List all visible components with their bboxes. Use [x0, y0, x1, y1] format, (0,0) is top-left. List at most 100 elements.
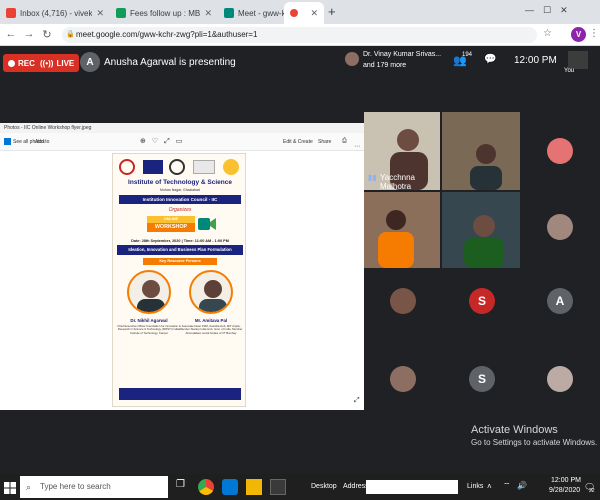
url-field[interactable]: 🔒 meet.google.com/gww-kchr-zwg?pli=1&aut… — [62, 27, 537, 43]
close-icon[interactable]: ✕ — [96, 8, 104, 19]
participant-avatar[interactable] — [547, 138, 573, 164]
expand-icon[interactable]: ⤢ — [354, 397, 360, 405]
meet-logo-icon — [198, 215, 216, 233]
file-explorer-icon[interactable] — [246, 479, 262, 495]
participant-avatar[interactable] — [390, 288, 416, 314]
windows-start-icon[interactable] — [4, 481, 16, 494]
sheets-icon — [116, 8, 126, 18]
tab-active-meet[interactable]: ✕ — [284, 2, 324, 24]
participant-avatar[interactable] — [547, 366, 573, 392]
speaker1-photo — [127, 270, 171, 314]
participant-name: Dr. Vinay Kumar Srivas... — [363, 51, 442, 58]
speaker2-name: Mr. Amitava Pal — [194, 318, 228, 323]
print-icon[interactable]: ⎙ — [342, 138, 347, 145]
maximize-icon[interactable]: ☐ — [543, 5, 560, 15]
search-icon: ⌕ — [26, 482, 32, 492]
tab-strip: Inbox (4,716) - vivekpacheuri@... ✕ Fees… — [0, 0, 600, 24]
record-dot-icon — [8, 59, 15, 67]
meet-top-bar: REC ((•)) LIVE A Anusha Agarwal is prese… — [0, 46, 600, 80]
participant-grid: ▮▮ Yacchnna Malhotra S A S — [364, 112, 600, 412]
date-time-text: Date: 28th September, 2020 | Time: 11:00… — [131, 239, 229, 243]
links-toolbar-label[interactable]: Links — [467, 483, 483, 490]
photos-title-bar: Photos - IIC Online Workshop flyer.jpeg — [0, 123, 364, 133]
close-icon[interactable]: ✕ — [310, 8, 318, 19]
taskbar-address-input[interactable] — [366, 480, 458, 494]
iic-logo-icon — [169, 159, 185, 175]
tray-arrow-icon[interactable]: ˄ — [487, 482, 492, 491]
speaker1-role: Chief Executive Officer Foundation for I… — [117, 324, 181, 335]
meeting-time: 12:00 PM — [514, 55, 557, 66]
participant-avatar-initial[interactable]: A — [547, 288, 573, 314]
share-button[interactable]: Share — [318, 139, 331, 145]
reload-icon[interactable]: ↻ — [40, 28, 54, 41]
key-persons-label: Key Resource Persons — [143, 258, 217, 265]
speaking-indicator-icon: ▮▮ — [368, 173, 377, 182]
new-tab-button[interactable]: + — [328, 4, 336, 19]
logo-row — [119, 159, 241, 175]
participant-avatar[interactable] — [390, 366, 416, 392]
council-banner: Institution Innovation Council - IIC — [119, 195, 241, 204]
its-logo-icon — [119, 159, 135, 175]
tab-title: Inbox (4,716) - vivekpacheuri@... — [20, 8, 93, 18]
tab-sheets[interactable]: Fees follow up : MBA - 2019-21 ... ✕ — [110, 2, 218, 24]
institute-name: Institute of Technology & Science — [128, 179, 232, 186]
window-controls[interactable]: —☐✕ — [525, 5, 577, 16]
speaker-name-label: Yacchnna Malhotra — [380, 173, 415, 190]
broadcast-icon: ((•)) — [40, 58, 54, 68]
minimize-icon[interactable]: — — [525, 5, 543, 15]
star-icon[interactable]: ☆ — [543, 28, 552, 39]
menu-dots-icon[interactable]: ⋮ — [589, 28, 599, 39]
activation-watermark: Activate Windows Go to Settings to activ… — [471, 424, 597, 447]
video-tile-speaker[interactable]: ▮▮ Yacchnna Malhotra — [364, 112, 440, 190]
video-tile-participant[interactable] — [442, 192, 520, 268]
task-view-icon[interactable]: ❐ — [176, 479, 192, 495]
live-badge: ((•)) LIVE — [35, 54, 80, 72]
workshop-poster: Institute of Technology & Science Mohan … — [112, 153, 246, 407]
address-toolbar-label: Address — [343, 483, 369, 490]
clock-date[interactable]: 9/28/2020 — [549, 487, 580, 494]
tab-gmail[interactable]: Inbox (4,716) - vivekpacheuri@... ✕ — [0, 2, 110, 24]
taskbar-search-input[interactable]: ⌕ Type here to search — [20, 476, 168, 498]
desktop-toolbar-label[interactable]: Desktop — [311, 483, 337, 490]
chat-icon[interactable]: 💬 — [484, 54, 496, 65]
organizes-text: Organizes — [168, 207, 192, 213]
photo-tools-icons[interactable]: ⊕♡⤢▭ — [140, 137, 188, 146]
speaker1-name: Dr. Nikhil Agarwal — [130, 318, 168, 323]
topic-banner: Ideation, Innovation and Business Plan F… — [117, 245, 243, 255]
chrome-icon[interactable] — [198, 479, 214, 495]
store-icon[interactable] — [270, 479, 286, 495]
participant-count: 194 — [462, 52, 473, 58]
close-icon[interactable]: ✕ — [204, 8, 212, 19]
recording-dot-icon — [290, 9, 298, 17]
forward-arrow-icon[interactable]: → — [22, 28, 36, 40]
video-tile-participant[interactable] — [364, 192, 440, 268]
self-view[interactable] — [568, 51, 588, 69]
presenting-text: Anusha Agarwal is presenting — [104, 57, 236, 68]
profile-avatar[interactable]: V — [571, 27, 586, 42]
poster-footer — [119, 388, 241, 400]
edge-icon[interactable] — [222, 479, 238, 495]
edit-create-button[interactable]: Edit & Create — [283, 139, 313, 145]
participant-avatar[interactable] — [547, 214, 573, 240]
windows-taskbar: ⌕ Type here to search ❐ Desktop Address … — [0, 474, 600, 500]
add-to-button[interactable]: Add to — [35, 139, 49, 145]
participant-avatar-initial[interactable]: S — [469, 366, 495, 392]
more-icon[interactable]: ⋯ — [354, 143, 360, 150]
clock-time[interactable]: 12:00 PM — [551, 477, 581, 484]
url-text: meet.google.com/gww-kchr-zwg?pli=1&authu… — [76, 30, 258, 39]
you-label: You — [564, 68, 575, 74]
back-arrow-icon[interactable]: ← — [4, 28, 18, 40]
search-placeholder: Type here to search — [40, 482, 111, 491]
wifi-icon[interactable]: ⌔ — [503, 481, 511, 491]
gmail-icon — [6, 8, 16, 18]
video-tile-participant[interactable] — [442, 112, 520, 190]
speaker2-role: Associate Dean FSM, Avantha Hub, MIT Arp… — [179, 324, 243, 335]
close-window-icon[interactable]: ✕ — [560, 5, 577, 15]
participant-avatar-initial[interactable]: S — [469, 288, 495, 314]
workshop-label: WORKSHOP — [147, 223, 195, 232]
shared-screen: Photos - IIC Online Workshop flyer.jpeg … — [0, 123, 364, 410]
volume-icon[interactable]: 🔊 — [517, 481, 527, 490]
lock-icon: 🔒 — [66, 31, 75, 38]
nirf-logo-icon — [143, 160, 163, 174]
accreditation-logo-icon — [193, 160, 215, 174]
